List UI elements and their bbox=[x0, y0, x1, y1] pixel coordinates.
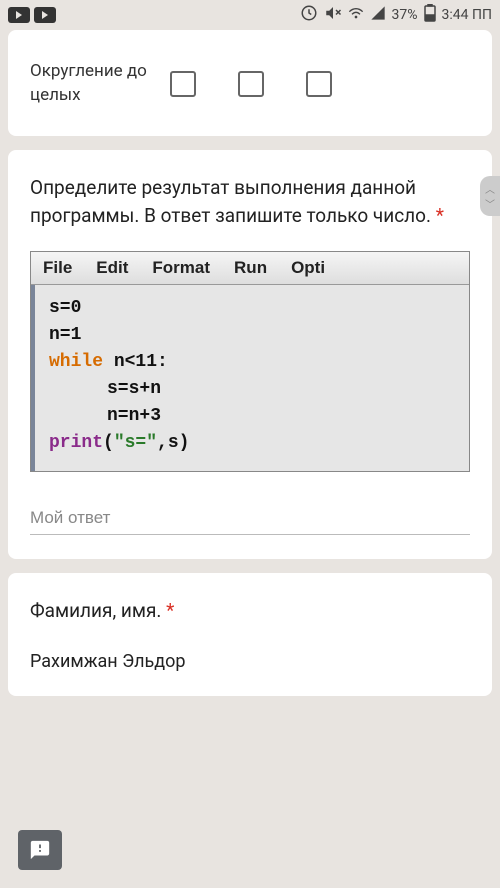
name-value[interactable]: Рахимжан Эльдор bbox=[30, 651, 470, 672]
code-line: s=0 bbox=[49, 295, 455, 322]
required-mark: * bbox=[166, 599, 174, 622]
scroll-hint[interactable]: ︿﹀ bbox=[480, 176, 500, 216]
code-body: s=0 n=1 while n<11: s=s+n n=n+3 print("s… bbox=[31, 285, 469, 471]
mute-icon bbox=[324, 4, 342, 26]
signal-icon bbox=[370, 5, 386, 25]
menu-run: Run bbox=[234, 258, 267, 278]
name-label: Фамилия, имя. * bbox=[30, 597, 470, 626]
youtube-icon bbox=[34, 7, 56, 23]
card-question: Определите результат выполнения данной п… bbox=[8, 150, 492, 559]
menu-edit: Edit bbox=[96, 258, 128, 278]
checkbox-2[interactable] bbox=[238, 71, 264, 97]
sync-icon bbox=[300, 4, 318, 26]
clock-time: 3:44 ПП bbox=[442, 7, 492, 23]
card-name: Фамилия, имя. * Рахимжан Эльдор bbox=[8, 573, 492, 697]
question-text: Определите результат выполнения данной п… bbox=[30, 174, 470, 231]
checkbox-3[interactable] bbox=[306, 71, 332, 97]
code-line: while n<11: bbox=[49, 349, 455, 376]
menu-options: Opti bbox=[291, 258, 325, 278]
code-editor-menu: File Edit Format Run Opti bbox=[31, 252, 469, 285]
checkbox-1[interactable] bbox=[170, 71, 196, 97]
status-bar: 37% 3:44 ПП bbox=[0, 0, 500, 30]
card-rounding: Округление до целых bbox=[8, 30, 492, 136]
menu-file: File bbox=[43, 258, 72, 278]
required-mark: * bbox=[436, 204, 444, 227]
code-line: print("s=",s) bbox=[49, 430, 455, 457]
code-line: n=1 bbox=[49, 322, 455, 349]
answer-input[interactable] bbox=[30, 502, 470, 535]
code-line: n=n+3 bbox=[49, 403, 455, 430]
youtube-icon bbox=[8, 7, 30, 23]
menu-format: Format bbox=[152, 258, 210, 278]
wifi-icon bbox=[348, 5, 364, 25]
code-line: s=s+n bbox=[49, 376, 455, 403]
battery-icon bbox=[424, 4, 436, 26]
code-screenshot: File Edit Format Run Opti s=0 n=1 while … bbox=[30, 251, 470, 472]
battery-percent: 37% bbox=[392, 7, 418, 23]
row-label: Округление до целых bbox=[30, 60, 150, 108]
feedback-button[interactable] bbox=[18, 830, 62, 870]
